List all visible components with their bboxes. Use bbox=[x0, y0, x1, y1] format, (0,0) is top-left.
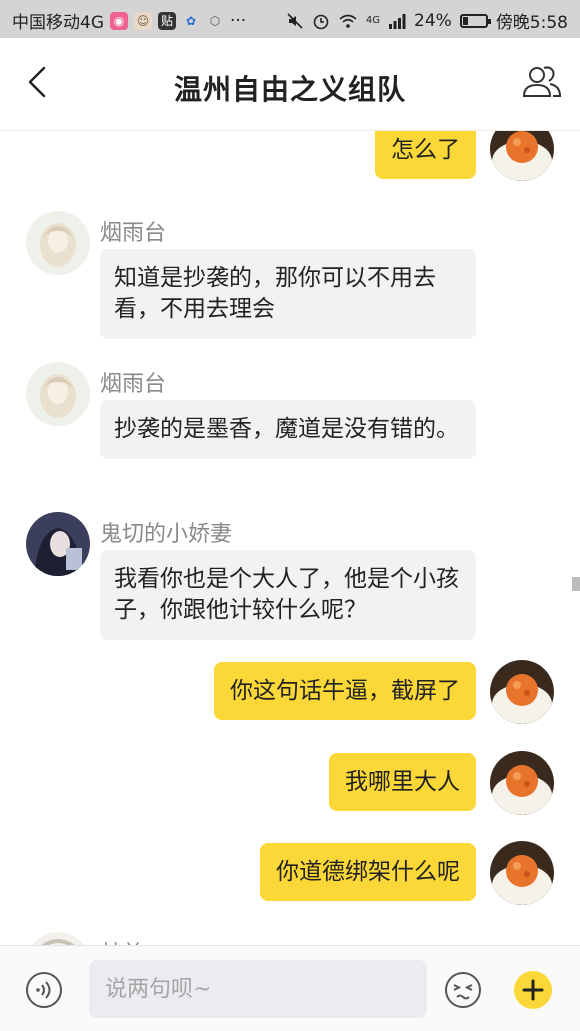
my-avatar[interactable] bbox=[490, 751, 554, 815]
scrollbar-thumb[interactable] bbox=[572, 577, 580, 591]
my-avatar[interactable] bbox=[490, 131, 554, 181]
message-row-outgoing: 我哪里大人 bbox=[0, 751, 580, 823]
message-row-incoming: 烟雨台 抄袭的是墨香，魔道是没有错的。 bbox=[0, 362, 580, 492]
my-avatar[interactable] bbox=[490, 841, 554, 905]
battery-level-fill bbox=[462, 16, 468, 25]
baidu-paw-icon: ✿ bbox=[185, 13, 197, 28]
network-type-label: 4G bbox=[365, 14, 381, 26]
message-input[interactable] bbox=[89, 960, 427, 1018]
tieba-icon: 贴 bbox=[158, 11, 176, 30]
voice-icon bbox=[26, 972, 62, 1008]
status-time: 傍晚5:58 bbox=[495, 13, 568, 33]
sender-avatar[interactable] bbox=[26, 512, 90, 576]
outgoing-bubble[interactable]: 你这句话牛逼，截屏了 bbox=[214, 662, 476, 720]
app-notification-icon: ◉ bbox=[110, 11, 128, 30]
battery-icon bbox=[459, 13, 491, 28]
salted-egg-avatar-image bbox=[490, 841, 554, 905]
incoming-bubble[interactable]: 知道是抄袭的，那你可以不用去看，不用去理会 bbox=[100, 249, 476, 339]
message-row-incoming: 鬼切的小娇妻 我看你也是个大人了，他是个小孩子，你跟他计较什么呢？ bbox=[0, 512, 580, 642]
anime-girl-avatar-image bbox=[26, 211, 90, 275]
salted-egg-avatar-image bbox=[490, 660, 554, 724]
message-row-outgoing: 怎么了 bbox=[0, 131, 580, 191]
group-title: 温州自由之义组队 bbox=[173, 73, 406, 106]
outgoing-bubble[interactable]: 你道德绑架什么呢 bbox=[260, 843, 476, 901]
message-row-incoming: 烟雨台 知道是抄袭的，那你可以不用去看，不用去理会 bbox=[0, 211, 580, 341]
sender-avatar[interactable] bbox=[26, 932, 90, 945]
message-list[interactable]: 怎么了 烟雨台 知道是抄袭的，那你可以不用去看，不用去理会 烟雨台 抄袭的是墨香… bbox=[0, 131, 580, 945]
salted-egg-avatar-image bbox=[490, 751, 554, 815]
message-row-outgoing: 你道德绑架什么呢 bbox=[0, 841, 580, 913]
sender-avatar[interactable] bbox=[26, 211, 90, 275]
status-bar: 中国移动4G ◉ ☺ 贴 ✿ ⬡ ··· 4G 24% 傍晚5:58 bbox=[0, 0, 580, 38]
status-left: 中国移动4G ◉ ☺ 贴 ✿ ⬡ ··· bbox=[12, 8, 247, 34]
outgoing-bubble[interactable]: 怎么了 bbox=[375, 131, 476, 179]
sender-name: 林美 bbox=[100, 936, 144, 945]
salted-egg-avatar-image bbox=[490, 131, 554, 181]
plus-icon bbox=[514, 971, 552, 1009]
carrier-label: 中国移动4G bbox=[12, 13, 104, 33]
more-actions-button[interactable] bbox=[513, 970, 553, 1010]
chat-header: 温州自由之义组队 bbox=[0, 38, 580, 131]
more-notifications-icon: ··· bbox=[230, 10, 247, 31]
sender-name: 烟雨台 bbox=[100, 372, 167, 397]
message-row-outgoing: 你这句话牛逼，截屏了 bbox=[0, 660, 580, 732]
sender-avatar[interactable] bbox=[26, 362, 90, 426]
anime-avatar-image bbox=[26, 932, 90, 945]
incoming-bubble[interactable]: 我看你也是个大人了，他是个小孩子，你跟他计较什么呢？ bbox=[100, 550, 476, 640]
chat-screen: 中国移动4G ◉ ☺ 贴 ✿ ⬡ ··· 4G 24% 傍晚5:58 温州自由之… bbox=[0, 0, 580, 1031]
status-right: 4G 24% 傍晚5:58 bbox=[286, 8, 568, 33]
signal-icon bbox=[389, 13, 406, 29]
avatar-notification-icon: ☺ bbox=[134, 11, 152, 30]
sender-name: 鬼切的小娇妻 bbox=[100, 522, 233, 547]
wifi-icon bbox=[339, 14, 357, 28]
group-members-button[interactable] bbox=[520, 62, 564, 102]
message-row-incoming: 林美 bbox=[0, 932, 580, 945]
sender-name: 烟雨台 bbox=[100, 221, 167, 246]
dark-anime-avatar-image bbox=[26, 512, 90, 576]
anime-girl-avatar-image bbox=[26, 362, 90, 426]
voice-button[interactable] bbox=[24, 970, 64, 1010]
alarm-icon bbox=[313, 14, 329, 29]
incoming-bubble[interactable]: 抄袭的是墨香，魔道是没有错的。 bbox=[100, 400, 476, 459]
members-icon bbox=[522, 66, 562, 97]
emoji-face-icon bbox=[445, 972, 481, 1008]
hexagon-icon: ⬡ bbox=[209, 13, 221, 28]
emoji-button[interactable] bbox=[443, 970, 483, 1010]
my-avatar[interactable] bbox=[490, 660, 554, 724]
outgoing-bubble[interactable]: 我哪里大人 bbox=[329, 753, 476, 811]
battery-percent: 24% bbox=[414, 10, 452, 31]
mute-icon bbox=[287, 12, 303, 29]
input-bar bbox=[0, 945, 580, 1031]
